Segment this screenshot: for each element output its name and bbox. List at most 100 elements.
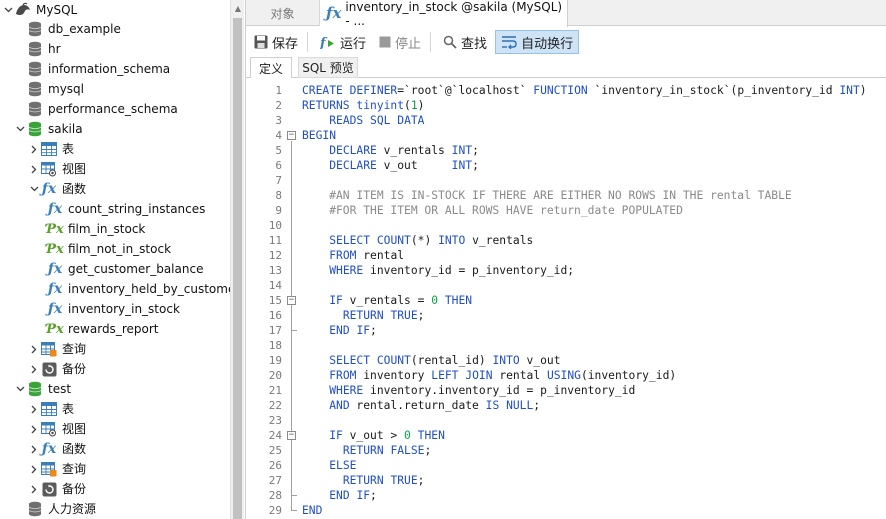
procedure-icon: Ƥx bbox=[46, 321, 64, 337]
chevron-right-icon[interactable] bbox=[28, 139, 40, 159]
chevron-down-icon[interactable] bbox=[2, 0, 14, 20]
chevron-down-icon[interactable] bbox=[28, 179, 40, 199]
tree-item-database[interactable]: 人力资源 bbox=[14, 499, 244, 519]
line-number: 11 bbox=[268, 234, 282, 247]
procedure-icon: Ƥx bbox=[46, 221, 64, 237]
chevron-right-icon[interactable] bbox=[28, 359, 40, 379]
tree-item-functions[interactable]: ƒx 函数 bbox=[28, 439, 244, 459]
tree-item-function[interactable]: Ƥx film_not_in_stock bbox=[46, 239, 244, 259]
line-number: 10 bbox=[268, 219, 282, 232]
chevron-down-icon[interactable] bbox=[14, 379, 26, 399]
sidebar-scrollbar[interactable]: ▲ bbox=[230, 0, 244, 519]
tab-definition[interactable]: 定义 bbox=[250, 57, 292, 79]
tree-item-function[interactable]: Ƥx film_in_stock bbox=[46, 219, 244, 239]
function-icon: ƒx bbox=[47, 281, 63, 297]
database-icon bbox=[26, 60, 44, 78]
database-label: hr bbox=[48, 42, 61, 56]
tab-objects[interactable]: 对象 bbox=[246, 0, 320, 26]
function-icon: ƒx bbox=[47, 301, 63, 317]
tab-function-editor[interactable]: ƒx inventory_in_stock @sakila (MySQL) - … bbox=[320, 0, 568, 28]
scrollbar-thumb[interactable] bbox=[233, 18, 242, 519]
tree-item-backups[interactable]: 备份 bbox=[28, 479, 244, 499]
run-button[interactable]: ƒ 运行 bbox=[315, 30, 371, 54]
chevron-right-icon[interactable] bbox=[28, 399, 40, 419]
code-line: DECLARE v_rentals INT; bbox=[329, 144, 479, 157]
tree-item-database-sakila[interactable]: sakila bbox=[14, 119, 244, 139]
database-icon bbox=[26, 100, 44, 118]
tree-item-queries[interactable]: 查询 bbox=[28, 459, 244, 479]
fold-guide bbox=[291, 441, 292, 495]
tree-item-backups[interactable]: 备份 bbox=[28, 359, 244, 379]
tree-item-database[interactable]: information_schema bbox=[14, 59, 244, 79]
tree-item-function[interactable]: ƒx get_customer_balance bbox=[46, 259, 244, 279]
line-number: 29 bbox=[268, 504, 282, 517]
tree-item-database[interactable]: db_example bbox=[14, 19, 244, 39]
query-icon bbox=[40, 340, 58, 358]
code-line: IF v_out > 0 THEN bbox=[329, 429, 445, 442]
tab-sql-preview[interactable]: SQL 预览 bbox=[298, 57, 358, 78]
tree-item-tables[interactable]: 表 bbox=[28, 399, 244, 419]
tree-item-database[interactable]: performance_schema bbox=[14, 99, 244, 119]
chevron-right-icon[interactable] bbox=[28, 159, 40, 179]
tree-item-database[interactable]: hr bbox=[14, 39, 244, 59]
fold-guide bbox=[291, 306, 292, 330]
database-icon bbox=[26, 80, 44, 98]
tree-item-connection-mysql[interactable]: MySQL bbox=[2, 0, 232, 20]
tree-item-views[interactable]: 视图 bbox=[28, 159, 244, 179]
backup-icon bbox=[40, 360, 58, 378]
tables-label: 表 bbox=[62, 402, 75, 416]
chevron-down-icon[interactable] bbox=[14, 119, 26, 139]
tree-item-function[interactable]: ƒx inventory_held_by_custome bbox=[46, 279, 244, 299]
code-line: FROM rental bbox=[329, 249, 405, 262]
functions-label: 函数 bbox=[62, 182, 87, 196]
tab-bar: 对象 ƒx inventory_in_stock @sakila (MySQL)… bbox=[246, 0, 886, 28]
line-number: 14 bbox=[268, 279, 282, 292]
fold-toggle-icon[interactable]: − bbox=[287, 131, 296, 140]
chevron-right-icon[interactable] bbox=[28, 479, 40, 499]
tree-item-queries[interactable]: 查询 bbox=[28, 339, 244, 359]
chevron-right-icon[interactable] bbox=[28, 439, 40, 459]
svg-text:ƒ: ƒ bbox=[320, 36, 328, 49]
chevron-right-icon[interactable] bbox=[28, 459, 40, 479]
tree-item-database[interactable]: mysql bbox=[14, 79, 244, 99]
code-line: RETURN FALSE; bbox=[342, 444, 432, 457]
chevron-right-icon[interactable] bbox=[28, 419, 40, 439]
code-line: RETURNS tinyint(1) bbox=[302, 99, 425, 112]
code-line: #AN ITEM IS IN-STOCK IF THERE ARE EITHER… bbox=[302, 189, 792, 202]
function-label: film_in_stock bbox=[68, 222, 146, 236]
tree-item-function[interactable]: ƒx count_string_instances bbox=[46, 199, 244, 219]
database-label: db_example bbox=[48, 22, 121, 36]
tree-item-database-test[interactable]: test bbox=[14, 379, 244, 399]
fold-guide-end bbox=[291, 330, 297, 331]
line-number: 28 bbox=[268, 489, 282, 502]
connection-label: MySQL bbox=[36, 3, 78, 17]
fold-toggle-icon[interactable]: − bbox=[287, 296, 296, 305]
word-wrap-toggle[interactable]: 自动换行 bbox=[495, 30, 580, 54]
stop-button[interactable]: 停止 bbox=[374, 30, 426, 54]
tree-item-tables[interactable]: 表 bbox=[28, 139, 244, 159]
code-line: WHERE inventory_id = p_inventory_id; bbox=[329, 264, 575, 277]
code-area[interactable]: CREATE DEFINER=`root`@`localhost` FUNCTI… bbox=[302, 78, 886, 519]
table-icon bbox=[40, 140, 58, 158]
function-icon: ƒx bbox=[41, 181, 57, 197]
chevron-right-icon[interactable] bbox=[28, 339, 40, 359]
scroll-up-icon[interactable]: ▲ bbox=[231, 0, 244, 16]
line-number: 26 bbox=[268, 459, 282, 472]
tree-item-views[interactable]: 视图 bbox=[28, 419, 244, 439]
database-label: sakila bbox=[48, 122, 83, 136]
backup-icon bbox=[40, 480, 58, 498]
database-icon bbox=[26, 500, 44, 518]
fold-toggle-icon[interactable]: − bbox=[287, 431, 296, 440]
fold-guide-end bbox=[291, 510, 297, 511]
line-number: 17 bbox=[268, 324, 282, 337]
tree-item-function[interactable]: ƒx inventory_in_stock bbox=[46, 299, 244, 319]
view-icon bbox=[40, 420, 58, 438]
tree-item-functions[interactable]: ƒx 函数 bbox=[28, 179, 244, 199]
line-number: 2 bbox=[275, 99, 282, 112]
find-button[interactable]: 查找 bbox=[438, 30, 492, 54]
tree-item-function[interactable]: Ƥx rewards_report bbox=[46, 319, 244, 339]
save-button[interactable]: 保存 bbox=[249, 30, 303, 54]
code-editor[interactable]: 1 2 3 4 5 6 7 8 9 10 11 12 13 14 15 16 17 18 19 20 21 22 23 24 2… bbox=[246, 78, 886, 519]
line-number: 5 bbox=[275, 144, 282, 157]
backups-label: 备份 bbox=[62, 362, 87, 376]
